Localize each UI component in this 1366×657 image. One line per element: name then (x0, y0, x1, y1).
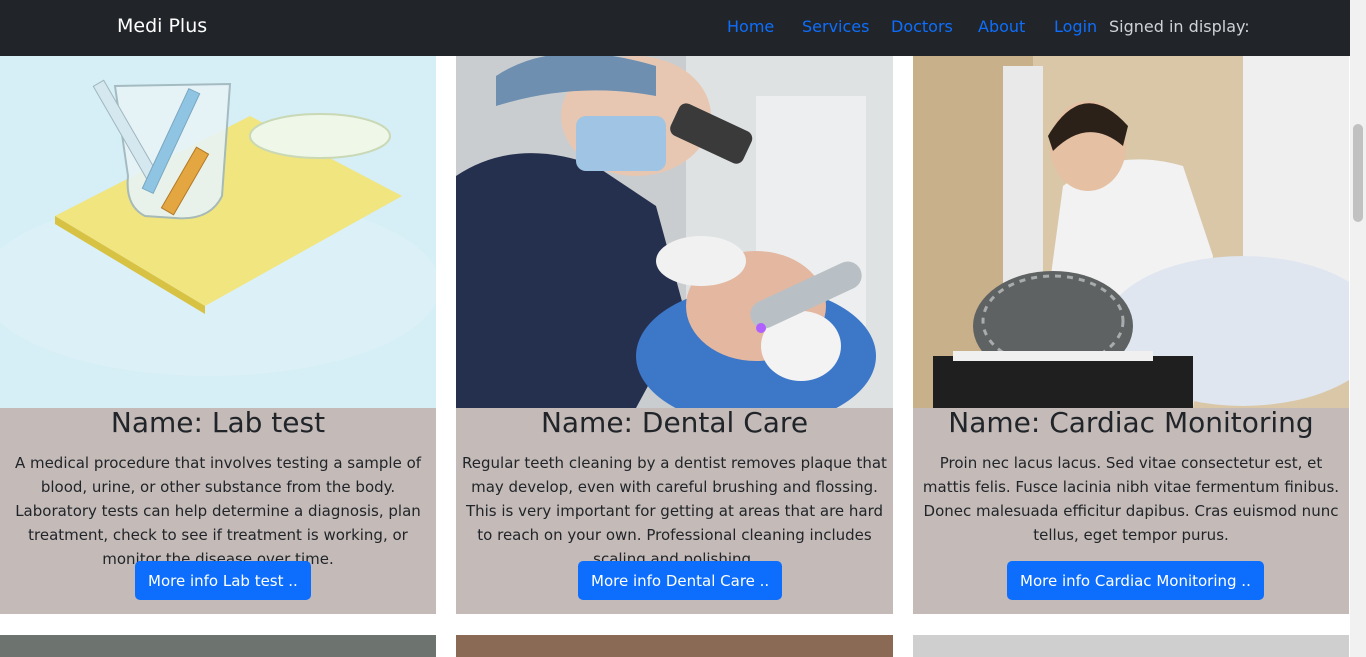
service-card-cardiac-monitoring: Name: Cardiac Monitoring Proin nec lacus… (913, 56, 1349, 614)
nav-home-link[interactable]: Home (727, 17, 774, 36)
lab-test-image (0, 56, 436, 408)
service-card-lab-test: Name: Lab test A medical procedure that … (0, 56, 436, 614)
dental-care-image (456, 56, 893, 408)
nav-services-link[interactable]: Services (802, 17, 869, 36)
navbar: Medi Plus Home Services Doctors About Lo… (0, 0, 1350, 56)
card-title: Name: Cardiac Monitoring (948, 406, 1314, 439)
cardiac-monitoring-image (913, 56, 1349, 408)
card-title: Name: Lab test (110, 406, 326, 439)
nav-doctors-link[interactable]: Doctors (891, 17, 953, 36)
nav-login-link[interactable]: Login (1054, 17, 1097, 36)
nav-about-link[interactable]: About (978, 17, 1025, 36)
more-info-dental-care-button[interactable]: More info Dental Care .. (578, 561, 783, 600)
scrollbar-thumb[interactable] (1353, 124, 1363, 222)
service-card-dental-care: Name: Dental Care Regular teeth cleaning… (456, 56, 893, 614)
next-card-image-top (913, 635, 1349, 657)
card-title: Name: Dental Care (540, 406, 809, 439)
card-description: A medical procedure that involves testin… (14, 454, 422, 568)
more-info-lab-test-button[interactable]: More info Lab test .. (135, 561, 311, 600)
signed-in-text: Signed in display: (1109, 17, 1250, 36)
card-description: Regular teeth cleaning by a dentist remo… (462, 454, 887, 568)
next-card-image-top (456, 635, 893, 657)
next-card-image-top (0, 635, 436, 657)
more-info-cardiac-monitoring-button[interactable]: More info Cardiac Monitoring .. (1007, 561, 1264, 600)
card-description: Proin nec lacus lacus. Sed vitae consect… (922, 454, 1340, 544)
nav-links: Home Services Doctors About Login Signed… (0, 0, 1350, 56)
page-scrollbar[interactable] (1350, 0, 1366, 657)
